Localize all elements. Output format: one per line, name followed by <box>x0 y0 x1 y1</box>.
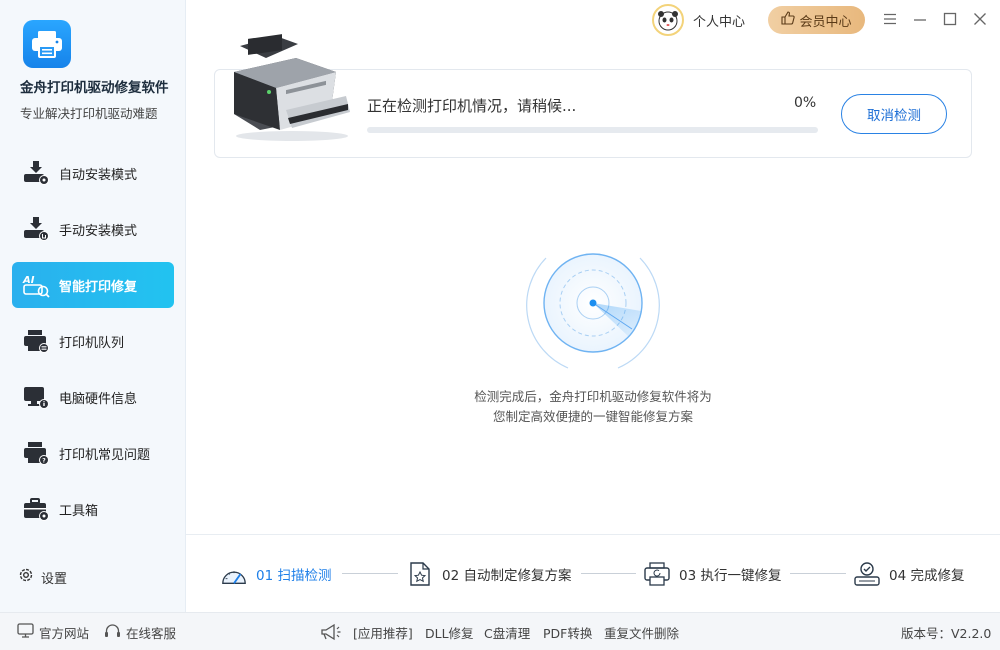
app-name: 金舟打印机驱动修复软件 <box>20 80 169 96</box>
radar-description-line2: 您制定高效便捷的一键智能修复方案 <box>492 409 693 424</box>
toolbox-icon <box>21 494 51 524</box>
official-site-link[interactable]: 官方网站 <box>17 613 89 650</box>
sidebar-item-hardware-info[interactable]: 电脑硬件信息 <box>12 374 174 420</box>
sidebar-item-printer-faq[interactable]: ? 打印机常见问题 <box>12 430 174 476</box>
sidebar-item-toolbox[interactable]: 工具箱 <box>12 486 174 532</box>
step-execute: 03 执行一键修复 <box>643 560 781 588</box>
headset-icon <box>104 623 121 642</box>
vip-center-label: 会员中心 <box>799 14 852 30</box>
megaphone-icon <box>320 613 342 650</box>
sidebar-item-label: 打印机常见问题 <box>59 447 151 463</box>
sidebar-item-printer-queue[interactable]: 打印机队列 <box>12 318 174 364</box>
pdf-convert-link[interactable]: PDF转换 <box>543 613 592 650</box>
step-connector <box>581 573 636 574</box>
sidebar-item-label: 工具箱 <box>59 503 99 519</box>
online-service-label: 在线客服 <box>126 625 177 641</box>
minimize-icon[interactable] <box>911 10 929 28</box>
official-site-label: 官方网站 <box>39 625 90 641</box>
sidebar-item-label: 电脑硬件信息 <box>59 391 138 407</box>
scan-percent: 0% <box>794 95 817 111</box>
footer: 官方网站 在线客服 [应用推荐] DLL修复 C盘清理 PDF转换 重复文件删除… <box>0 612 1000 650</box>
step-plan: 02 自动制定修复方案 <box>406 560 571 588</box>
radar-scan-animation <box>522 236 664 378</box>
personal-center-link[interactable]: 个人中心 <box>693 11 745 30</box>
settings-label: 设置 <box>41 571 68 587</box>
step-scan: 01 扫描检测 <box>220 560 331 588</box>
steps-divider <box>186 534 1000 535</box>
step-label: 03 执行一键修复 <box>679 568 782 584</box>
sidebar-item-smart-repair[interactable]: AI 智能打印修复 <box>12 262 174 308</box>
step-connector <box>342 573 398 574</box>
sidebar-item-label: 自动安装模式 <box>59 167 138 183</box>
thumbs-up-icon <box>781 11 796 29</box>
duplicate-file-delete-link[interactable]: 重复文件删除 <box>604 613 679 650</box>
settings-button[interactable]: 设置 <box>17 566 67 588</box>
app-logo-printer-icon <box>23 20 71 68</box>
dll-repair-link[interactable]: DLL修复 <box>425 613 474 650</box>
version-text: 版本号：V2.2.0 <box>901 625 992 641</box>
ai-repair-icon: AI <box>21 270 51 300</box>
monitor-icon <box>17 623 34 641</box>
scan-progress-bar <box>367 127 818 133</box>
document-star-icon <box>406 560 434 588</box>
printer-faq-icon: ? <box>21 438 51 468</box>
sidebar-item-label: 智能打印修复 <box>59 279 138 295</box>
close-icon[interactable] <box>971 10 989 28</box>
app-slogan: 专业解决打印机驱动难题 <box>20 106 158 121</box>
check-complete-icon <box>853 560 881 588</box>
sidebar-item-auto-install[interactable]: 自动安装模式 <box>12 150 174 196</box>
printer-manual-hand-icon <box>21 214 51 244</box>
gauge-scan-icon <box>220 560 248 588</box>
c-drive-clean-link[interactable]: C盘清理 <box>484 613 530 650</box>
printer-illustration <box>226 32 352 144</box>
sidebar-item-label: 打印机队列 <box>59 335 125 351</box>
gear-icon <box>17 566 35 588</box>
computer-info-icon <box>21 382 51 412</box>
sidebar: 金舟打印机驱动修复软件 专业解决打印机驱动难题 自动安装模式 手动安装模式 AI… <box>0 0 186 612</box>
step-connector <box>790 573 846 574</box>
sidebar-item-label: 手动安装模式 <box>59 223 138 239</box>
sidebar-nav: 自动安装模式 手动安装模式 AI 智能打印修复 打印机队列 电脑硬件信息 ? 打… <box>12 150 174 542</box>
avatar[interactable] <box>652 4 684 36</box>
svg-text:?: ? <box>42 457 46 464</box>
menu-icon[interactable] <box>881 10 899 28</box>
step-label: 01 扫描检测 <box>256 568 332 584</box>
step-complete: 04 完成修复 <box>853 560 964 588</box>
maximize-icon[interactable] <box>941 10 959 28</box>
printer-refresh-icon <box>643 560 671 588</box>
user-area: 个人中心 <box>652 4 745 36</box>
printer-auto-gear-icon <box>21 158 51 188</box>
cancel-detect-button[interactable]: 取消检测 <box>841 94 947 134</box>
step-label: 02 自动制定修复方案 <box>442 568 572 584</box>
vip-center-button[interactable]: 会员中心 <box>768 6 865 34</box>
step-label: 04 完成修复 <box>889 568 965 584</box>
printer-queue-icon <box>21 326 51 356</box>
scan-status-text: 正在检测打印机情况，请稍候... <box>367 97 577 115</box>
sidebar-item-manual-install[interactable]: 手动安装模式 <box>12 206 174 252</box>
online-service-link[interactable]: 在线客服 <box>104 613 176 650</box>
app-recommend-label: [应用推荐] <box>353 625 413 641</box>
radar-description-line1: 检测完成后，金舟打印机驱动修复软件将为 <box>474 389 712 404</box>
